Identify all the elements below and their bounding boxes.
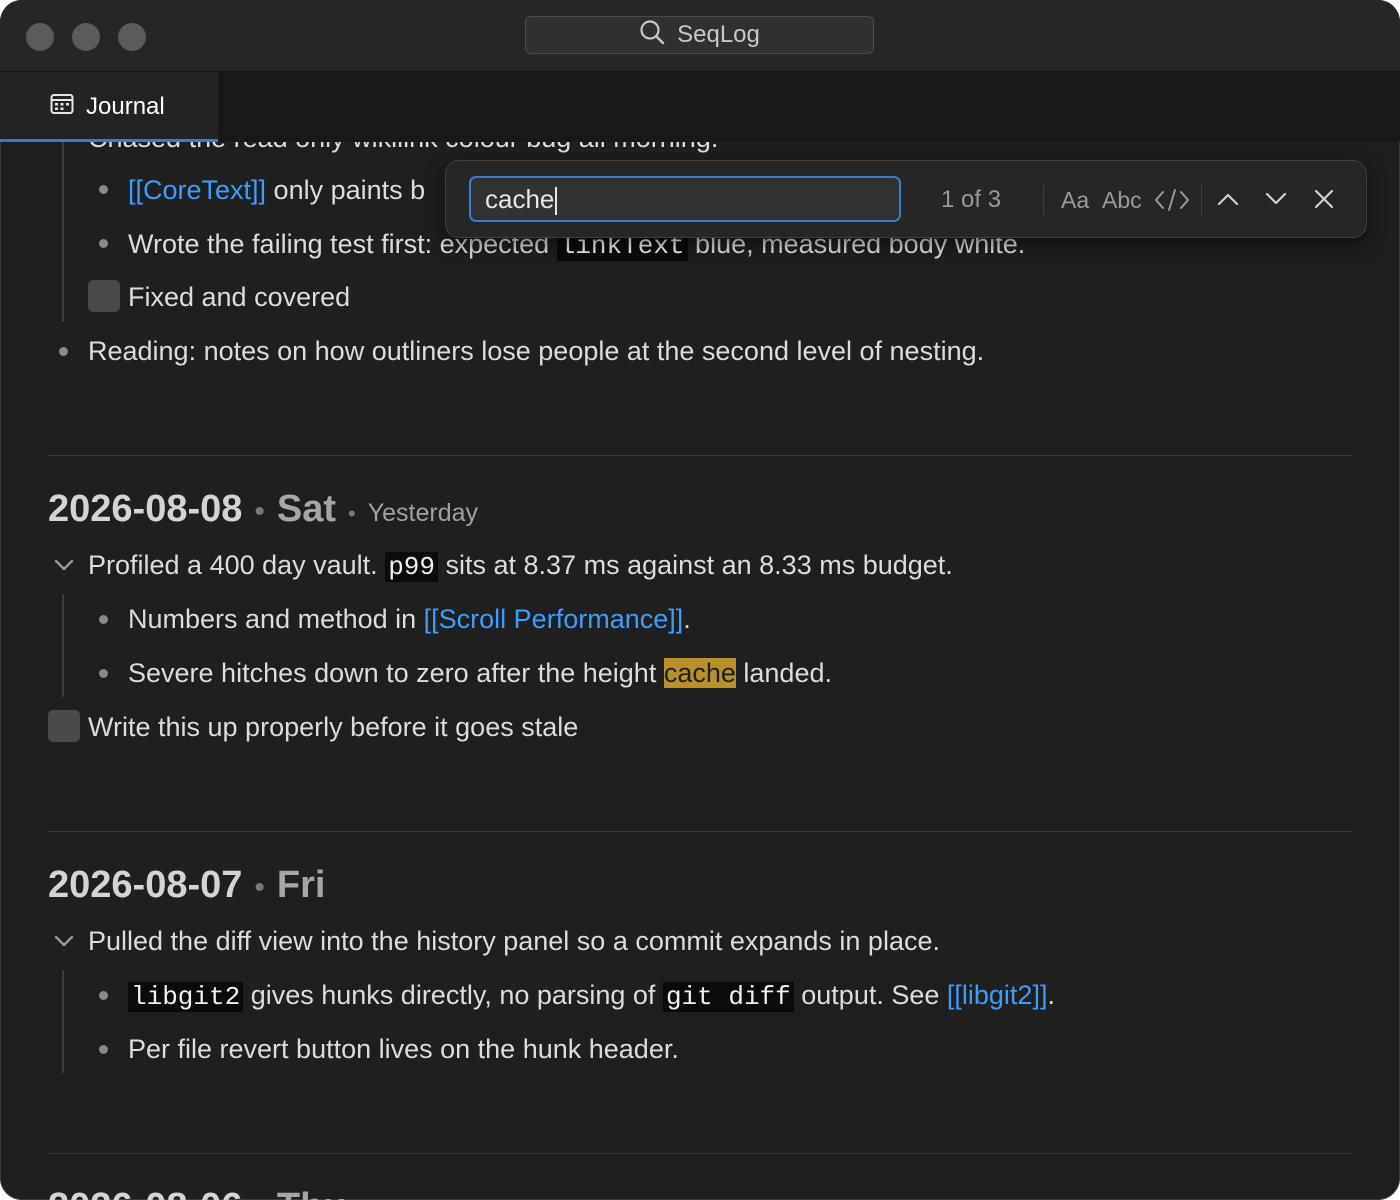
app-window: SeqLog Journal Chased the read only wiki… [0, 0, 1400, 1200]
text-caret [555, 187, 558, 216]
command-search-pill[interactable]: SeqLog [525, 16, 874, 54]
todo-text[interactable]: Write this up properly before it goes st… [88, 710, 578, 744]
bullet[interactable] [99, 615, 108, 624]
tab-label: Journal [86, 93, 165, 120]
tab-journal[interactable]: Journal [0, 72, 218, 142]
date-label[interactable]: 2026-08-06 [48, 1186, 242, 1200]
match-case-toggle[interactable]: Aa [1061, 161, 1089, 239]
list-item[interactable]: Profiled a 400 day vault. p99 sits at 8.… [88, 548, 953, 584]
inline-code: git diff [662, 982, 794, 1012]
title-bar: SeqLog [0, 0, 1400, 72]
calendar-icon [50, 93, 74, 122]
tab-bar: Journal [0, 72, 1400, 142]
indent-guide [62, 970, 64, 1073]
app-title: SeqLog [677, 21, 760, 48]
list-item[interactable]: Numbers and method in [[Scroll Performan… [128, 602, 691, 636]
bullet[interactable] [99, 991, 108, 1000]
wikilink[interactable]: [[libgit2]] [947, 980, 1048, 1010]
journal-scroll-area[interactable]: Chased the read only wikilink colour bug… [0, 142, 1400, 1200]
regex-icon[interactable] [1154, 187, 1190, 218]
indent-guide [62, 142, 64, 322]
day-header: 2026-08-06 • Thu [48, 1186, 347, 1200]
day-divider [48, 455, 1352, 456]
find-bar: cache 1 of 3 Aa Abc [445, 160, 1367, 238]
indent-guide [62, 594, 64, 697]
chevron-down-icon[interactable] [1264, 189, 1288, 214]
relative-date-label: Yesterday [367, 499, 479, 527]
day-divider [48, 1153, 1352, 1154]
whole-word-toggle[interactable]: Abc [1102, 161, 1142, 239]
date-label[interactable]: 2026-08-08 [48, 488, 242, 531]
list-item[interactable]: Per file revert button lives on the hunk… [128, 1032, 679, 1066]
chevron-up-icon[interactable] [1216, 189, 1240, 214]
weekday-label: Fri [276, 864, 326, 906]
list-item[interactable]: libgit2 gives hunks directly, no parsing… [128, 978, 1055, 1014]
inline-code: libgit2 [128, 982, 244, 1012]
search-icon [639, 19, 665, 52]
chevron-down-icon[interactable] [53, 934, 75, 953]
list-item[interactable]: Reading: notes on how outliners lose peo… [88, 334, 984, 368]
todo-text[interactable]: Fixed and covered [128, 280, 350, 314]
inline-code: p99 [385, 552, 438, 582]
close-window-button[interactable] [26, 23, 54, 51]
bullet[interactable] [59, 347, 68, 356]
list-item[interactable]: [[CoreText]] only paints b [128, 173, 425, 207]
day-header: 2026-08-08 • Sat • Yesterday [48, 488, 479, 531]
bullet[interactable] [99, 669, 108, 678]
day-divider [48, 831, 1352, 832]
weekday-label: Thu [277, 1186, 347, 1200]
wikilink[interactable]: [[CoreText]] [128, 175, 266, 205]
partial-block[interactable]: Chased the read only wikilink colour bug… [88, 142, 718, 155]
separator [1201, 185, 1202, 215]
date-label[interactable]: 2026-08-07 [48, 864, 242, 907]
search-match-highlight: cache [663, 658, 736, 688]
match-count: 1 of 3 [941, 186, 1002, 213]
wikilink[interactable]: [[Scroll Performance]] [424, 604, 684, 634]
chevron-down-icon[interactable] [53, 558, 75, 577]
bullet[interactable] [99, 239, 108, 248]
bullet[interactable] [99, 185, 108, 194]
todo-checkbox[interactable] [48, 710, 80, 742]
todo-checkbox[interactable] [88, 280, 120, 312]
list-item[interactable]: Severe hitches down to zero after the he… [128, 656, 832, 690]
close-icon[interactable] [1313, 188, 1335, 215]
weekday-label: Sat [276, 488, 337, 530]
bullet[interactable] [99, 1045, 108, 1054]
separator [1043, 185, 1044, 215]
find-input[interactable]: cache [469, 176, 901, 222]
zoom-window-button[interactable] [118, 23, 146, 51]
day-header: 2026-08-07 • Fri [48, 864, 326, 907]
list-item[interactable]: Pulled the diff view into the history pa… [88, 924, 940, 958]
minimize-window-button[interactable] [72, 23, 100, 51]
